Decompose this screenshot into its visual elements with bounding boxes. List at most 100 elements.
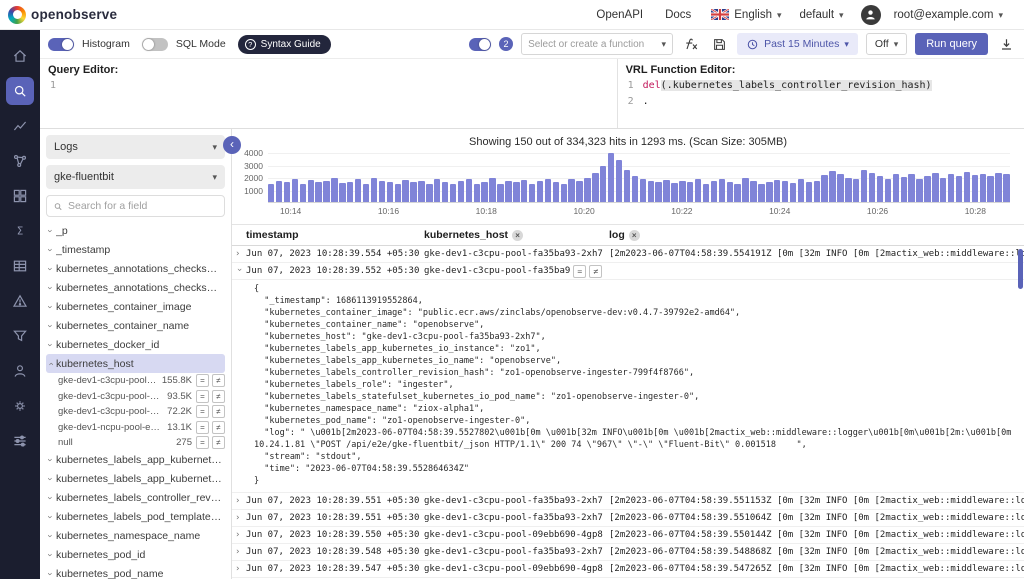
stream-type-select[interactable]: Logs (46, 135, 225, 159)
metrics-nav-metrics-icon[interactable] (6, 112, 34, 140)
column-header-timestamp[interactable]: timestamp (246, 229, 424, 241)
row-log: [2m2023-06-07T04:58:39.551064Z [0m [32m … (609, 513, 1024, 523)
expand-row-icon[interactable]: › (232, 530, 246, 540)
home-nav-home-icon[interactable] (6, 42, 34, 70)
row-log: [2m2023-06-07T04:58:39.554191Z [0m [32m … (609, 249, 1024, 259)
logs-search-nav-search-icon[interactable] (6, 77, 34, 105)
vrl-function-editor[interactable]: VRL Function Editor: 1 del(.kubernetes_l… (618, 59, 1024, 128)
field-item-kubernetes_annotations_checksum_config[interactable]: ›kubernetes_annotations_checksum_config (46, 259, 225, 278)
histogram-bar (964, 172, 970, 202)
field-item-kubernetes_labels_controller_revision_hash[interactable]: ›kubernetes_labels_controller_revision_h… (46, 489, 225, 508)
functions-nav-functions-icon[interactable]: Σ (6, 217, 34, 245)
field-value-count: 72.2K (167, 406, 192, 417)
field-item-kubernetes_pod_name[interactable]: ›kubernetes_pod_name (46, 565, 225, 579)
histogram-bar (315, 182, 321, 202)
filter-include-icon[interactable]: = (196, 421, 209, 434)
field-value: null (58, 437, 173, 448)
filter-exclude-icon[interactable]: ≠ (212, 374, 225, 387)
column-header-kubernetes-host[interactable]: kubernetes_host × (424, 229, 609, 241)
filter-include-icon[interactable]: = (573, 265, 586, 278)
filter-include-icon[interactable]: = (196, 436, 209, 449)
dashboards-nav-dashboards-icon[interactable] (6, 182, 34, 210)
filter-exclude-icon[interactable]: ≠ (589, 265, 602, 278)
filter-exclude-icon[interactable]: ≠ (212, 390, 225, 403)
users-nav-users-icon[interactable] (6, 357, 34, 385)
function-editor-toggle[interactable] (469, 38, 491, 51)
field-item-kubernetes_labels_app_kubernetes_io_name[interactable]: ›kubernetes_labels_app_kubernetes_io_nam… (46, 470, 225, 489)
field-item-kubernetes_docker_id[interactable]: ›kubernetes_docker_id (46, 335, 225, 354)
docs-link[interactable]: Docs (665, 9, 691, 21)
histogram-bar (924, 176, 930, 202)
log-row[interactable]: ›Jun 07, 2023 10:28:39.554 +05:30gke-dev… (232, 246, 1024, 263)
log-row[interactable]: ›Jun 07, 2023 10:28:39.547 +05:30gke-dev… (232, 561, 1024, 578)
collapse-sidebar-button[interactable] (223, 136, 241, 154)
expand-row-icon[interactable]: › (232, 564, 246, 574)
filter-exclude-icon[interactable]: ≠ (212, 421, 225, 434)
svg-text:Σ: Σ (17, 226, 24, 238)
function-select[interactable]: Select or create a function (521, 33, 673, 55)
filter-include-icon[interactable]: = (196, 374, 209, 387)
field-item-_timestamp[interactable]: ›_timestamp (46, 240, 225, 259)
histogram-bar (592, 173, 598, 202)
expand-row-icon[interactable]: › (232, 249, 246, 259)
log-row[interactable]: ›Jun 07, 2023 10:28:39.550 +05:30gke-dev… (232, 527, 1024, 544)
traces-nav-traces-icon[interactable] (6, 147, 34, 175)
export-results-button[interactable] (996, 34, 1016, 54)
run-query-button[interactable]: Run query (915, 33, 988, 55)
sql-mode-toggle[interactable] (142, 38, 168, 51)
organization-select[interactable]: default (800, 9, 844, 21)
expand-row-icon[interactable]: › (232, 513, 246, 523)
user-menu[interactable]: root@example.com (894, 9, 1003, 21)
vrl-line-2: . (643, 95, 649, 108)
row-host: gke-dev1-c3cpu-pool-09ebb690-4gp8 (424, 564, 609, 574)
field-item-kubernetes_annotations_checksum_luascripts[interactable]: ›kubernetes_annotations_checksum_luascri… (46, 278, 225, 297)
field-value-count: 13.1K (167, 422, 192, 433)
log-row[interactable]: ›Jun 07, 2023 10:28:39.551 +05:30gke-dev… (232, 493, 1024, 510)
histogram-bar (640, 179, 646, 202)
field-item-_p[interactable]: ›_p (46, 221, 225, 240)
field-item-kubernetes_host[interactable]: ›kubernetes_host (46, 354, 225, 373)
apply-function-button[interactable] (681, 34, 701, 54)
stream-name-select[interactable]: gke-fluentbit (46, 165, 225, 189)
field-search-input[interactable] (68, 200, 218, 212)
filter-include-icon[interactable]: = (196, 390, 209, 403)
alerts-nav-alerts-icon[interactable] (6, 287, 34, 315)
ingestion-nav-funnel-icon[interactable] (6, 322, 34, 350)
openapi-link[interactable]: OpenAPI (596, 9, 643, 21)
filter-exclude-icon[interactable]: ≠ (212, 405, 225, 418)
field-item-kubernetes_container_name[interactable]: ›kubernetes_container_name (46, 316, 225, 335)
collapse-row-icon[interactable]: › (234, 264, 244, 278)
language-select[interactable]: English (711, 9, 781, 21)
filter-exclude-icon[interactable]: ≠ (212, 436, 225, 449)
field-item-kubernetes_labels_pod_template_generation[interactable]: ›kubernetes_labels_pod_template_generati… (46, 508, 225, 527)
remove-column-icon[interactable]: × (629, 230, 640, 241)
field-name: kubernetes_annotations_checksum_config (56, 263, 222, 275)
log-row[interactable]: ›Jun 07, 2023 10:28:39.548 +05:30gke-dev… (232, 544, 1024, 561)
field-item-kubernetes_container_image[interactable]: ›kubernetes_container_image (46, 297, 225, 316)
column-header-log[interactable]: log × (609, 229, 1024, 241)
histogram-bar (561, 184, 567, 202)
histogram-bar (687, 182, 693, 202)
user-avatar[interactable] (861, 5, 881, 25)
filter-include-icon[interactable]: = (196, 405, 209, 418)
field-item-kubernetes_namespace_name[interactable]: ›kubernetes_namespace_name (46, 527, 225, 546)
refresh-interval-select[interactable]: Off (866, 33, 907, 55)
field-item-kubernetes_labels_app_kubernetes_io_instance[interactable]: ›kubernetes_labels_app_kubernetes_io_ins… (46, 451, 225, 470)
save-function-button[interactable] (709, 34, 729, 54)
histogram-bar (387, 182, 393, 202)
log-row[interactable]: ›Jun 07, 2023 10:28:39.551 +05:30gke-dev… (232, 510, 1024, 527)
query-editor[interactable]: Query Editor: 1 (40, 59, 618, 128)
syntax-guide-button[interactable]: ? Syntax Guide (238, 35, 331, 54)
time-range-select[interactable]: Past 15 Minutes (737, 33, 858, 55)
expand-row-icon[interactable]: › (232, 547, 246, 557)
settings-nav-sliders-icon[interactable] (6, 427, 34, 455)
field-item-kubernetes_pod_id[interactable]: ›kubernetes_pod_id (46, 546, 225, 565)
expand-row-icon[interactable]: › (232, 496, 246, 506)
log-row[interactable]: ›Jun 07, 2023 10:28:39.552 +05:30gke-dev… (232, 263, 1024, 280)
remove-column-icon[interactable]: × (512, 230, 523, 241)
streams-nav-streams-icon[interactable] (6, 252, 34, 280)
organizations-nav-gear-icon[interactable] (6, 392, 34, 420)
histogram-toggle[interactable] (48, 38, 74, 51)
histogram-bar (529, 184, 535, 202)
results-scrollbar-thumb[interactable] (1018, 249, 1023, 289)
